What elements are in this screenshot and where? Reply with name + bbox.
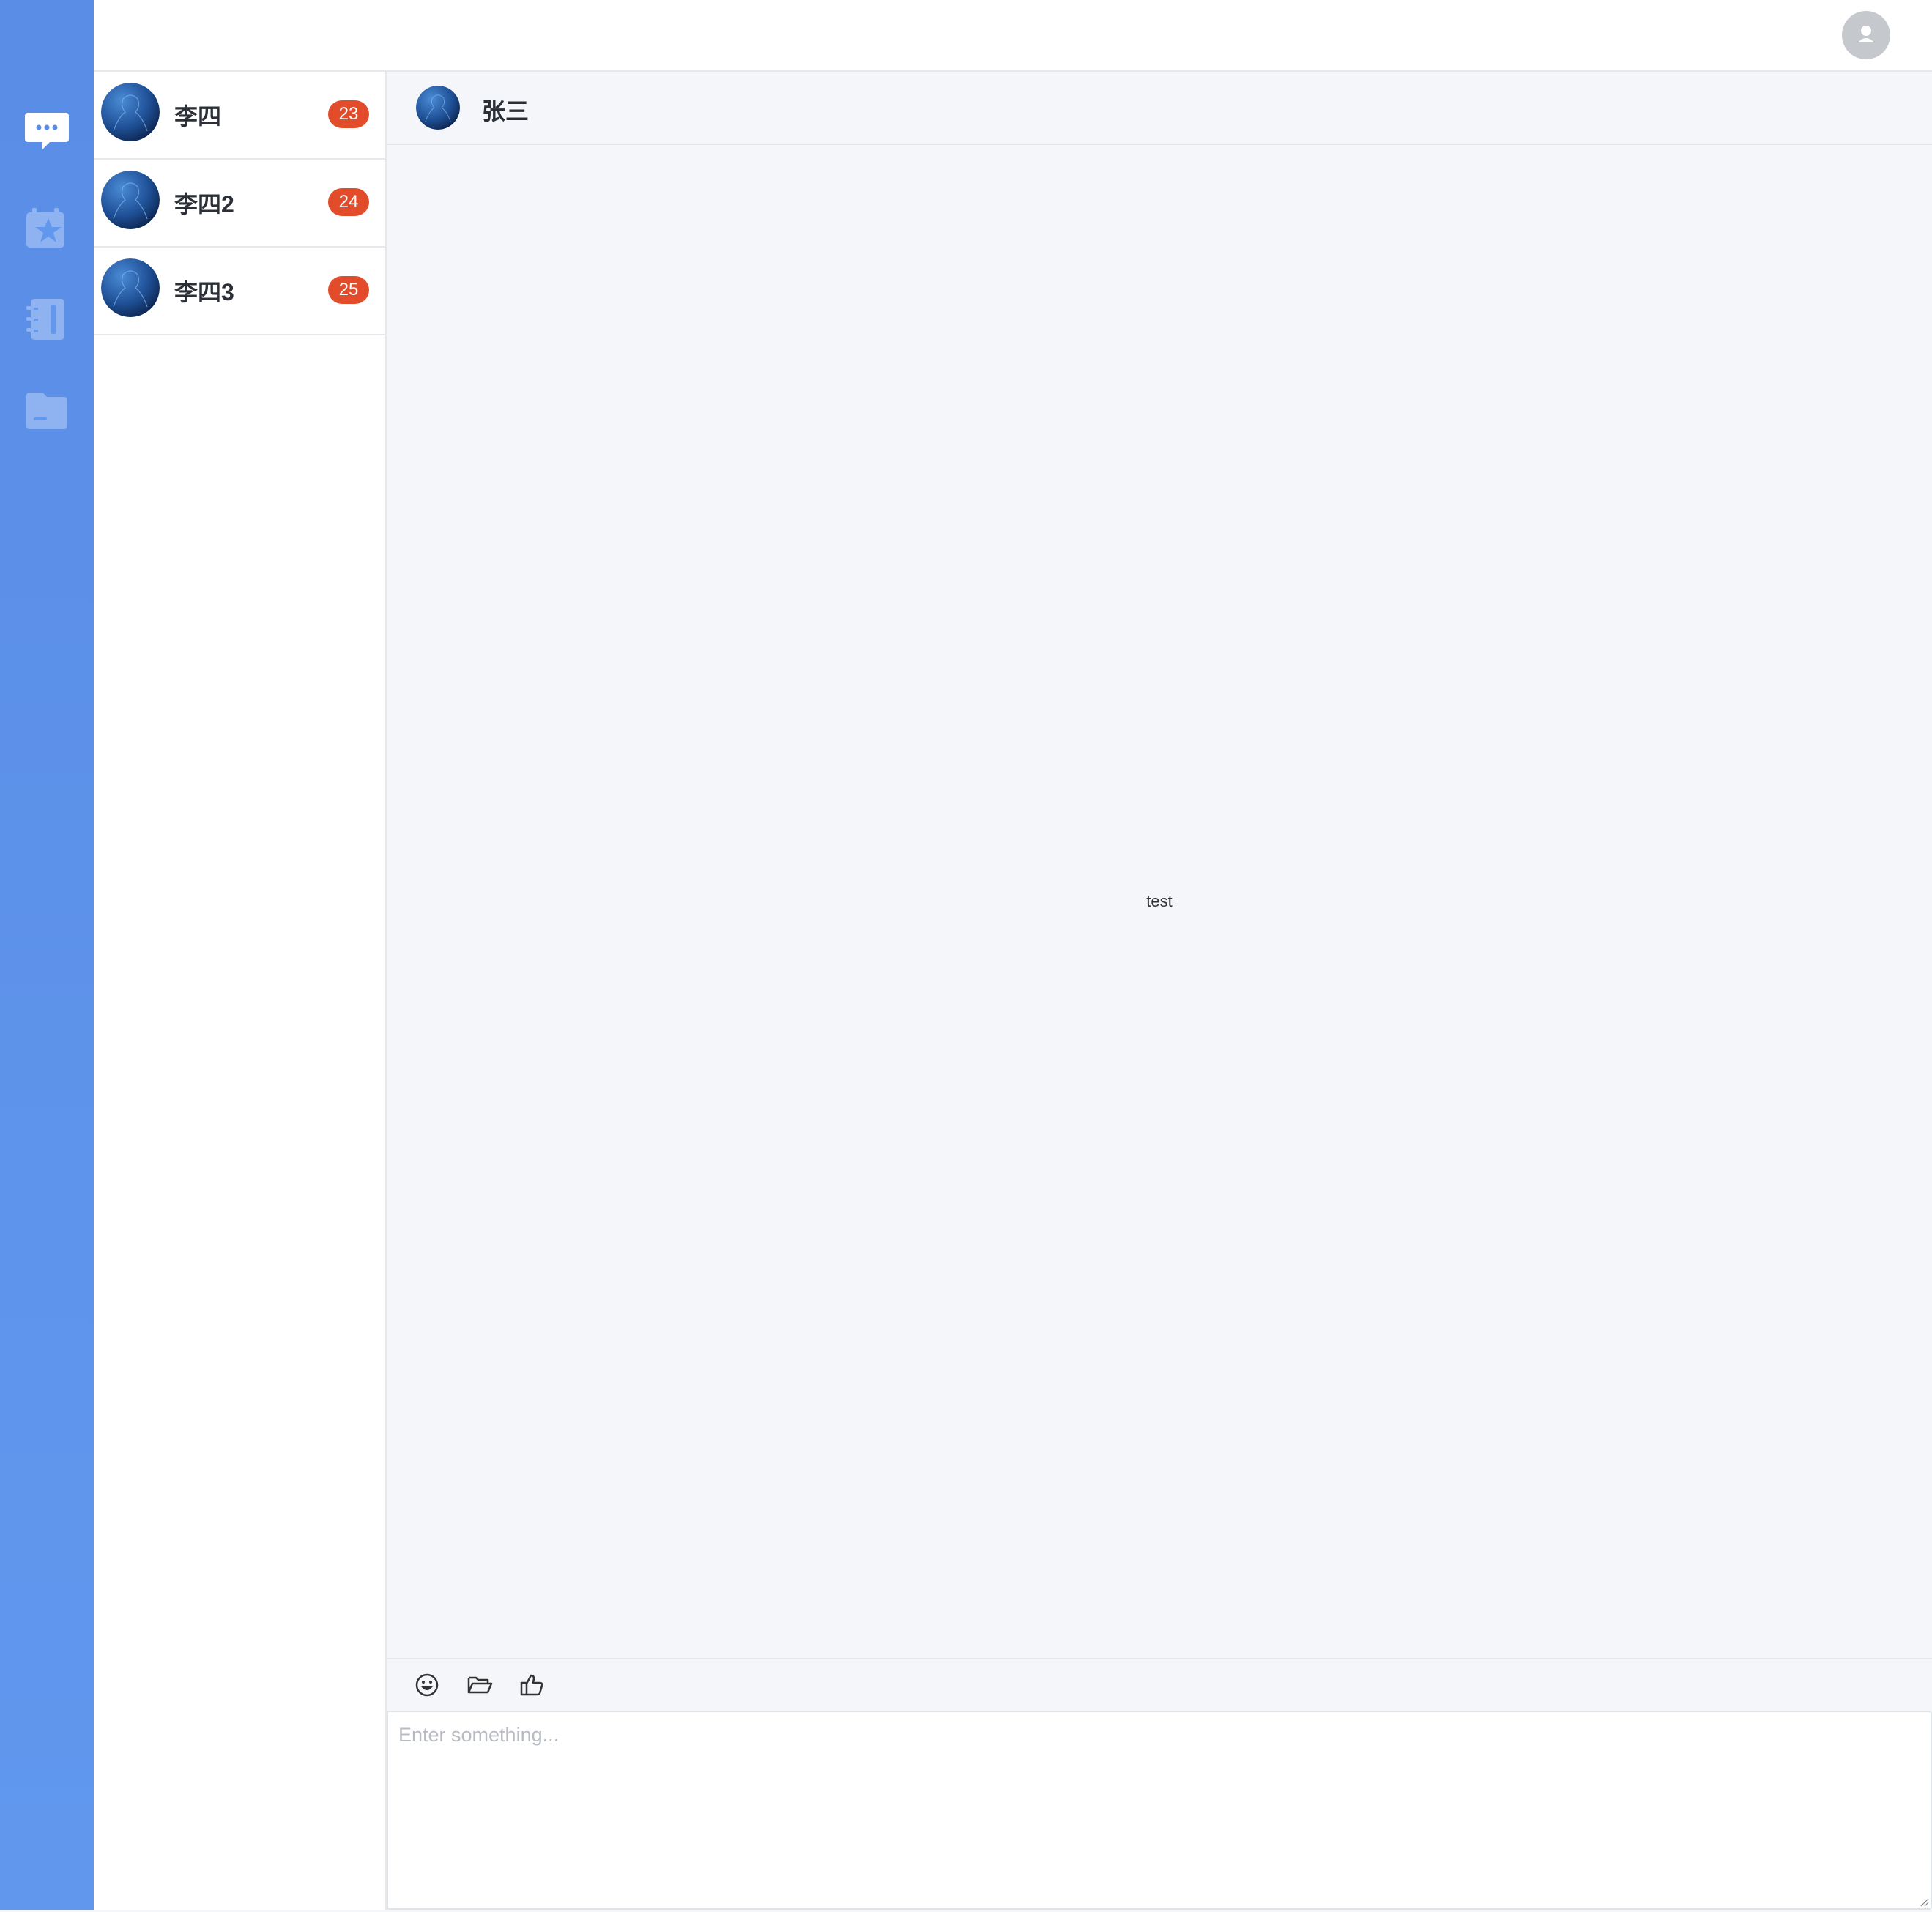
emoji-icon	[415, 1673, 439, 1697]
chat-panel: 张三 test	[387, 72, 1932, 1910]
avatar	[101, 258, 160, 317]
folder-open-icon	[467, 1676, 493, 1694]
contact-avatar-icon	[101, 83, 160, 141]
conversation-name: 李四3	[174, 279, 234, 305]
conversation-name: 李四	[174, 103, 222, 130]
conversation-list: 李四 23 李四2 24 李四3 25	[94, 72, 387, 1910]
top-header	[94, 0, 1932, 72]
file-button[interactable]	[466, 1671, 494, 1699]
contact-avatar-icon	[416, 86, 460, 130]
conversation-name: 李四2	[174, 191, 234, 217]
chat-header: 张三	[387, 72, 1932, 145]
nav-files-button[interactable]	[23, 387, 70, 434]
contact-avatar-icon	[101, 171, 160, 229]
address-book-icon	[26, 299, 64, 340]
thumbs-up-icon	[520, 1674, 543, 1696]
message-area: test	[387, 145, 1932, 1658]
like-button[interactable]	[519, 1671, 546, 1699]
conversation-item[interactable]: 李四 23	[94, 72, 385, 160]
message-text: test	[1146, 892, 1173, 910]
nav-tasks-button[interactable]	[23, 205, 70, 252]
message-input-box	[387, 1711, 1932, 1910]
side-nav	[0, 0, 94, 1910]
folder-icon	[26, 393, 67, 429]
avatar	[416, 86, 460, 130]
avatar	[101, 83, 160, 141]
unread-badge: 24	[328, 188, 369, 216]
resize-grip-icon[interactable]	[1917, 1895, 1929, 1907]
unread-badge: 25	[328, 276, 369, 304]
composer-toolbar	[387, 1658, 1932, 1711]
message-input[interactable]	[388, 1712, 1931, 1908]
user-icon	[1858, 26, 1874, 42]
calendar-star-icon	[26, 208, 64, 248]
conversation-item[interactable]: 李四3 25	[94, 248, 385, 335]
nav-contacts-button[interactable]	[23, 296, 70, 343]
chat-title: 张三	[482, 98, 530, 124]
emoji-button[interactable]	[413, 1671, 441, 1699]
chat-bubble-icon	[25, 113, 69, 149]
avatar	[101, 171, 160, 229]
nav-chat-button[interactable]	[23, 107, 70, 154]
user-avatar[interactable]	[1842, 11, 1890, 59]
contact-avatar-icon	[101, 258, 160, 317]
unread-badge: 23	[328, 100, 369, 128]
conversation-item[interactable]: 李四2 24	[94, 160, 385, 248]
